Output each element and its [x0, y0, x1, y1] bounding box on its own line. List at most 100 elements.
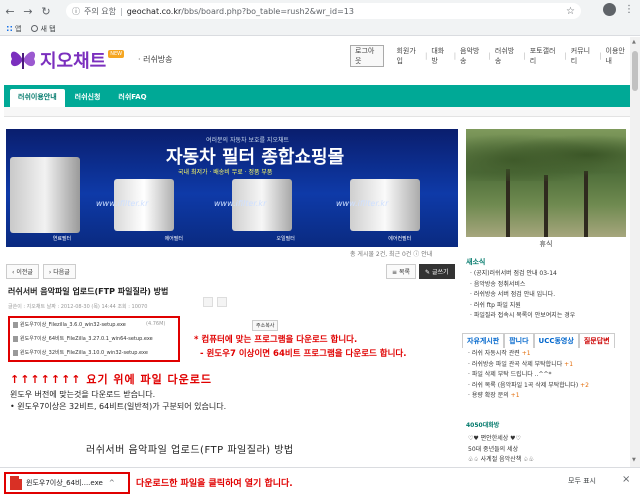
ad-banner[interactable]: 여러분의 자동차 보호를 지오채트 자동차 필터 종합쇼핑몰 국내 최저가 · … [6, 129, 458, 247]
comment-count: +1 [564, 360, 574, 368]
attachment-name: 윈도우7이상_64비트_FileZilla_3.27.0.1_win64-set… [20, 336, 153, 342]
tab-rush-apply[interactable]: 러쉬신청 [67, 89, 109, 107]
list-item[interactable]: 50대 중년들의 세상 [468, 445, 534, 456]
tab-rush-guide[interactable]: 러쉬이용안내 [10, 89, 65, 107]
next-post-button[interactable]: › 다음글 [42, 264, 76, 279]
site-logo[interactable]: 지오채트 NEW [8, 45, 125, 75]
bookmark-apps[interactable]: 앱 [6, 24, 21, 34]
top-link[interactable]: 회원가입 [396, 46, 420, 66]
list-button[interactable]: ≡ 목록 [386, 264, 416, 279]
pipe: | [599, 52, 602, 60]
show-all-button[interactable]: 모두 표시 [568, 476, 596, 486]
top-link[interactable]: 대화방 [431, 46, 449, 66]
photo-caption: 휴식 [539, 240, 553, 248]
post-actions: ≡ 목록 ✎ 글쓰기 [386, 264, 455, 279]
attachment-link[interactable]: 윈도우7이상_64비트_FileZilla_3.27.0.1_win64-set… [13, 335, 153, 342]
top-link[interactable]: 이용안내 [606, 46, 630, 66]
red-note: * 컴퓨터에 맞는 프로그램을 다운로드 합니다. [194, 335, 358, 345]
sidebar-tabs: 자유게시판 팝니다 UCC동영상 질문답변 [462, 333, 615, 348]
tab-rush-faq[interactable]: 러쉬FAQ [110, 89, 154, 107]
top-link[interactable]: 러쉬방송 [495, 46, 519, 66]
body-text: • 윈도우7이상은 32비트, 64비트(일반적)가 구분되어 있습니다. [10, 402, 227, 411]
chevron-up-icon[interactable]: ^ [109, 479, 115, 487]
scroll-down-arrow-icon[interactable]: ▼ [632, 457, 636, 463]
bookmark-new-tab[interactable]: 새 탭 [31, 24, 56, 34]
attachment-name: 윈도우7이상_Filezilla_3.6.0_win32-setup.exe [20, 322, 126, 328]
fuel-filter-product [10, 157, 80, 233]
butterfly-logo-icon [10, 51, 36, 69]
pencil-icon: ✎ [425, 269, 431, 276]
banner-label: 에어컨필터 [388, 236, 412, 242]
post-title: 러쉬서버 음악파일 업로드(FTP 파일질라) 방법 [8, 287, 169, 296]
new-badge: NEW [108, 50, 125, 58]
post-text: · 용량 확장 문의 [468, 392, 509, 399]
attachment-link[interactable]: 윈도우7이상_Filezilla_3.6.0_win32-setup.exe [13, 321, 126, 328]
list-item[interactable]: · 러쉬 자동시작 관련 +1 [468, 349, 589, 360]
comment-count: +2 [580, 381, 589, 389]
tab-ucc-video[interactable]: UCC동영상 [533, 333, 579, 348]
tab-qna[interactable]: 질문답변 [578, 333, 615, 348]
attachment-size: (4.76M) [146, 321, 166, 327]
info-icon[interactable]: ⓘ [72, 6, 80, 17]
sidebar-post-list: · 러쉬 자동시작 관련 +1 · 러쉬방송 파일 관곡 삭제 부탁합니다 +1… [468, 349, 589, 402]
scroll-up-arrow-icon[interactable]: ▲ [632, 39, 636, 45]
page-scrollbar[interactable]: ▲ ▼ [630, 37, 640, 467]
copy-address-button[interactable]: 주소복사 [252, 320, 279, 331]
info-label[interactable]: 안내 [421, 251, 432, 258]
list-item[interactable]: ♧♤ 사계절 음악산책 ♤♧ [468, 455, 534, 466]
profile-avatar-icon[interactable] [603, 3, 616, 16]
reload-icon[interactable]: ↻ [38, 3, 54, 19]
scrap-icon[interactable] [217, 297, 227, 307]
write-button[interactable]: ✎ 글쓰기 [419, 264, 455, 279]
notice-item[interactable]: · 파일질라 접속시 목록이 안보여지는 경우 [470, 311, 575, 322]
tab-free-board[interactable]: 자유게시판 [462, 333, 505, 348]
tree-photo[interactable] [466, 129, 626, 237]
attachment-link[interactable]: 윈도우7이상_32비트_FileZilla_3.10.0_win32-setup… [13, 349, 148, 356]
post-meta: 글쓴이 : 지오채트 날짜 : 2012-08-30 (목) 14:44 조회 … [8, 304, 148, 310]
body-text: 윈도우 버전에 맞는것을 다운로드 받습니다. [10, 390, 156, 399]
logout-button[interactable]: 로그아웃 [350, 45, 385, 67]
sidebar-notice-list: · (공지)러쉬서버 점검 안내 03-14 · 음악방송 정취서비스 · 러쉬… [470, 269, 575, 322]
notice-item[interactable]: · 음악방송 정취서비스 [470, 280, 575, 291]
bookmark-star-icon[interactable]: ☆ [566, 6, 575, 17]
post-meta-icons [203, 297, 227, 307]
notice-item[interactable]: · (공지)러쉬서버 점검 안내 03-14 [470, 269, 575, 280]
url-host: geochat.co.kr [126, 6, 182, 16]
download-shelf: 윈도우7이상_64비....exe ^ 다운로드한 파일을 클릭하여 열기 합니… [0, 467, 640, 497]
list-item[interactable]: · 러쉬 목록 (음악파일 1곡 삭제 부탁합니다) +2 [468, 381, 589, 392]
notice-item[interactable]: · 러쉬방송 서버 점검 안내 입니다. [470, 290, 575, 301]
post-count-text: 총 게시물 2건, 최근 0건 [350, 251, 412, 258]
print-icon[interactable] [203, 297, 213, 307]
close-icon[interactable]: × [622, 474, 630, 485]
banner-url: www.ifilter.kr [214, 199, 267, 208]
notice-item[interactable]: · 러쉬 ftp 파일 지원 [470, 301, 575, 312]
top-link[interactable]: 음악방송 [460, 46, 484, 66]
menu-kebab-icon[interactable]: ⋮ [624, 4, 634, 15]
site-subtitle: · 러쉬방송 [138, 55, 173, 64]
list-item[interactable]: · 파일 삭제 부탁 드립니다 ..^^* [468, 370, 589, 381]
list-item[interactable]: · 용량 확장 문의 +1 [468, 391, 589, 402]
top-link[interactable]: 포토갤러리 [530, 46, 561, 66]
back-arrow-icon[interactable]: ← [2, 3, 18, 19]
pipe: | [453, 52, 457, 60]
tree-trunk [544, 175, 548, 237]
main-tabs: 러쉬이용안내 러쉬신청 러쉬FAQ [10, 89, 155, 107]
forward-arrow-icon[interactable]: → [20, 3, 36, 19]
scrollbar-thumb[interactable] [632, 51, 638, 91]
post-text: · 파일 삭제 부탁 드립니다 ..^^* [468, 371, 552, 378]
bookmarks-bar: 앱 새 탭 [0, 22, 640, 36]
sidebar-notice-title: 새소식 [466, 258, 486, 266]
top-link[interactable]: 커뮤니티 [571, 46, 595, 66]
prev-post-button[interactable]: ‹ 이전글 [6, 264, 39, 279]
globe-icon [31, 25, 39, 32]
next-label: 다음글 [53, 269, 70, 276]
pipe: | [523, 52, 526, 60]
tab-sell[interactable]: 팝니다 [504, 333, 534, 348]
list-item[interactable]: · 러쉬방송 파일 관곡 삭제 부탁합니다 +1 [468, 360, 589, 371]
downloaded-file[interactable]: 윈도우7이상_64비....exe ^ [4, 472, 130, 494]
body-heading: 러쉬서버 음악파일 업로드(FTP 파일질라) 방법 [86, 445, 294, 456]
comment-count: +1 [510, 392, 520, 399]
sub-nav-strip [4, 107, 630, 117]
address-bar[interactable]: ⓘ 주의 요함 | geochat.co.kr /bbs/board.php?b… [66, 3, 581, 19]
list-item[interactable]: ♡♥ 편안한세상 ♥♡ [468, 434, 534, 445]
